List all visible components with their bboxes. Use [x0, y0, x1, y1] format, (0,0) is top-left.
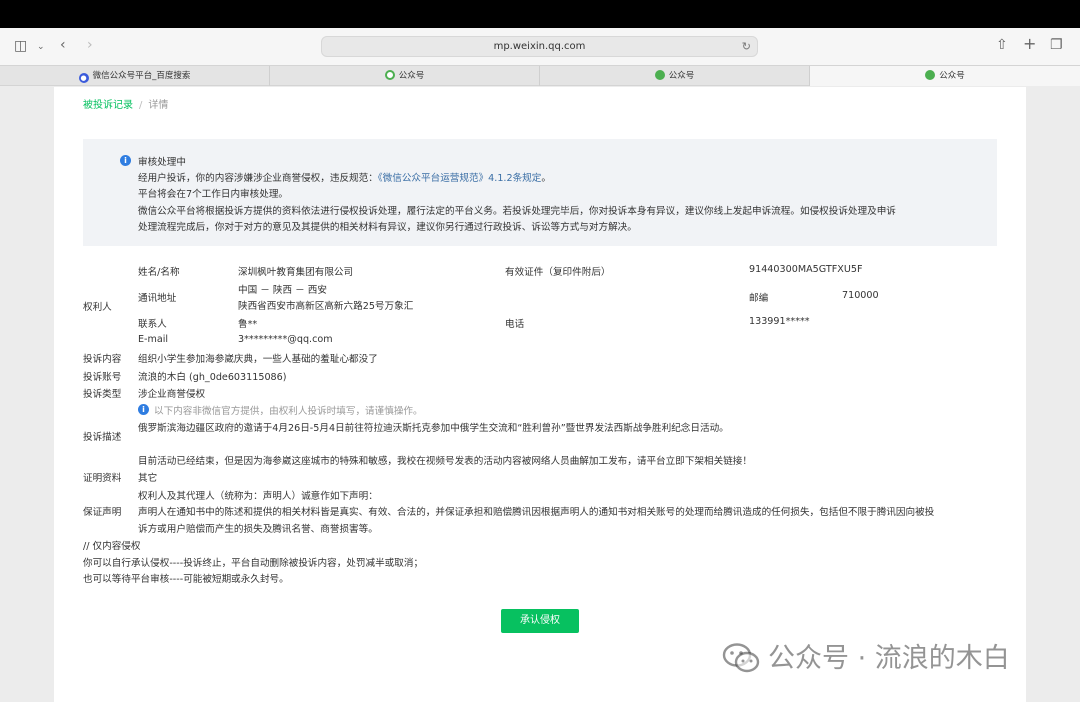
tab-overview-icon[interactable]: ❐ — [1050, 37, 1063, 53]
complaint-content-label: 投诉内容 — [83, 354, 122, 365]
breadcrumb-current: 详情 — [148, 100, 169, 111]
notice-line-4: 处理流程完成后，你对于对方的意见及其提供的相关材料有异议，建议你另行通过行政投诉… — [138, 222, 637, 233]
complaint-desc-label: 投诉描述 — [83, 432, 122, 443]
address-bar[interactable]: mp.weixin.qq.com ↻ — [321, 36, 758, 57]
info-icon: i — [120, 155, 131, 166]
complaint-desc-line-1: 俄罗斯滨海边疆区政府的邀请于4月26日-5月4日前往符拉迪沃斯托克参加中俄学生交… — [138, 423, 729, 434]
cert-value: 91440300MA5GTFXU5F — [749, 264, 863, 275]
complaint-account-label: 投诉账号 — [83, 372, 122, 383]
contact-value: 鲁** — [238, 319, 258, 330]
email-value: 3*********@qq.com — [238, 334, 333, 345]
name-value: 深圳枫叶教育集团有限公司 — [238, 267, 354, 278]
breadcrumb-link-complaints[interactable]: 被投诉记录 — [83, 100, 133, 111]
contact-label: 联系人 — [138, 319, 167, 330]
new-tab-icon[interactable]: + — [1023, 36, 1036, 52]
top-black-bar — [0, 0, 1080, 28]
wechat-icon — [925, 70, 936, 80]
baidu-icon: ● — [78, 73, 89, 83]
reload-icon[interactable]: ↻ — [742, 37, 751, 56]
tab-label: 微信公众号平台_百度搜索 — [92, 71, 191, 81]
proof-value: 其它 — [138, 473, 158, 484]
breadcrumb: 被投诉记录 / 详情 — [83, 96, 168, 111]
complaint-account-value: 流浪的木白 (gh_0de603115086) — [138, 372, 287, 383]
tab-label: 公众号 — [668, 71, 695, 81]
third-party-hint: 以下内容非微信官方提供，由权利人投诉时填写，请谨慎操作。 — [154, 406, 423, 417]
breadcrumb-separator: / — [139, 100, 143, 111]
comment-line-2: 你可以自行承认侵权----投诉终止，平台自动删除被投诉内容，处罚减半或取消； — [83, 558, 424, 569]
forward-icon[interactable]: › — [87, 37, 93, 53]
browser-toolbar: ◫ ⌄ ‹ › mp.weixin.qq.com ↻ ⇧ + ❐ — [0, 28, 1080, 65]
tab-wechat-mp-1[interactable]: 公众号 — [270, 66, 540, 86]
share-icon[interactable]: ⇧ — [996, 37, 1008, 53]
chevron-down-icon[interactable]: ⌄ — [37, 39, 45, 55]
notice-text: 经用户投诉，你的内容涉嫌涉企业商誉侵权，违反规范： — [138, 173, 378, 184]
zip-value: 710000 — [842, 290, 879, 301]
url-text: mp.weixin.qq.com — [493, 41, 586, 52]
tab-wechat-mp-2[interactable]: 公众号 — [540, 66, 810, 86]
rights-holder-section-label: 权利人 — [83, 302, 112, 313]
complaint-type-value: 涉企业商誉侵权 — [138, 389, 206, 400]
phone-label: 电话 — [505, 319, 525, 330]
comment-line-3: 也可以等待平台审核----可能被短期或永久封号。 — [83, 574, 289, 585]
wechat-icon — [722, 643, 760, 673]
tab-label: 公众号 — [398, 71, 425, 81]
back-icon[interactable]: ‹ — [60, 37, 66, 53]
tab-wechat-mp-active[interactable]: 公众号 — [810, 66, 1080, 86]
tab-label: 公众号 — [939, 71, 965, 81]
address-region: 中国 － 陕西 － 西安 — [238, 285, 327, 296]
page-content: 被投诉记录 / 详情 i 审核处理中 经用户投诉，你的内容涉嫌涉企业商誉侵权，违反规… — [54, 87, 1026, 702]
admit-infringement-button[interactable]: 承认侵权 — [501, 609, 579, 633]
watermark-text: 公众号 · 流浪的木白 — [768, 643, 1010, 674]
address-detail: 陕西省西安市高新区高新六路25号万象汇 — [238, 301, 414, 312]
notice-title: 审核处理中 — [138, 157, 186, 168]
wechat-mp-icon — [384, 70, 395, 80]
wechat-icon — [654, 70, 665, 80]
comment-line-1: // 仅内容侵权 — [83, 541, 141, 552]
declaration-label: 保证声明 — [83, 507, 122, 518]
zip-label: 邮编 — [749, 293, 769, 304]
regulation-link[interactable]: 《微信公众平台运营规范》4.1.2条规定 — [378, 173, 542, 184]
complaint-content-value: 组织小学生参加海参崴庆典，一些人基础的羞耻心都没了 — [138, 354, 378, 365]
declaration-line-2: 声明人在通知书中的陈述和提供的相关材料皆是真实、有效、合法的，并保证承担和赔偿腾… — [138, 507, 935, 518]
notice-text: 。 — [541, 173, 551, 184]
notice-line-1: 经用户投诉，你的内容涉嫌涉企业商誉侵权，违反规范：《微信公众平台运营规范》4.1… — [138, 170, 551, 184]
declaration-line-1: 权利人及其代理人（统称为：声明人）诚意作如下声明： — [138, 491, 378, 502]
phone-value: 133991***** — [749, 316, 810, 327]
tab-bar: ● 微信公众号平台_百度搜索 公众号 公众号 公众号 — [0, 65, 1080, 86]
info-icon: i — [138, 404, 149, 415]
proof-label: 证明资料 — [83, 473, 122, 484]
complaint-type-label: 投诉类型 — [83, 389, 122, 400]
declaration-line-3: 诉方或用户赔偿而产生的损失及腾讯名誉、商誉损害等。 — [138, 524, 378, 535]
watermark: 公众号 · 流浪的木白 — [722, 641, 1010, 677]
notice-line-2: 平台将会在7个工作日内审核处理。 — [138, 189, 289, 200]
cert-label: 有效证件（复印件附后） — [505, 267, 611, 278]
status-notice: i 审核处理中 经用户投诉，你的内容涉嫌涉企业商誉侵权，违反规范：《微信公众平台… — [83, 139, 997, 246]
tab-baidu-search[interactable]: ● 微信公众号平台_百度搜索 — [0, 66, 270, 86]
address-label: 通讯地址 — [138, 293, 177, 304]
notice-line-3: 微信公众平台将根据投诉方提供的资料依法进行侵权投诉处理，履行法定的平台义务。若投… — [138, 206, 896, 217]
email-label: E-mail — [138, 334, 169, 345]
name-label: 姓名/名称 — [138, 267, 180, 278]
complaint-desc-line-2: 目前活动已经结束，但是因为海参崴这座城市的特殊和敏感，我校在视频号发表的活动内容… — [138, 456, 752, 467]
sidebar-icon[interactable]: ◫ — [14, 38, 27, 54]
